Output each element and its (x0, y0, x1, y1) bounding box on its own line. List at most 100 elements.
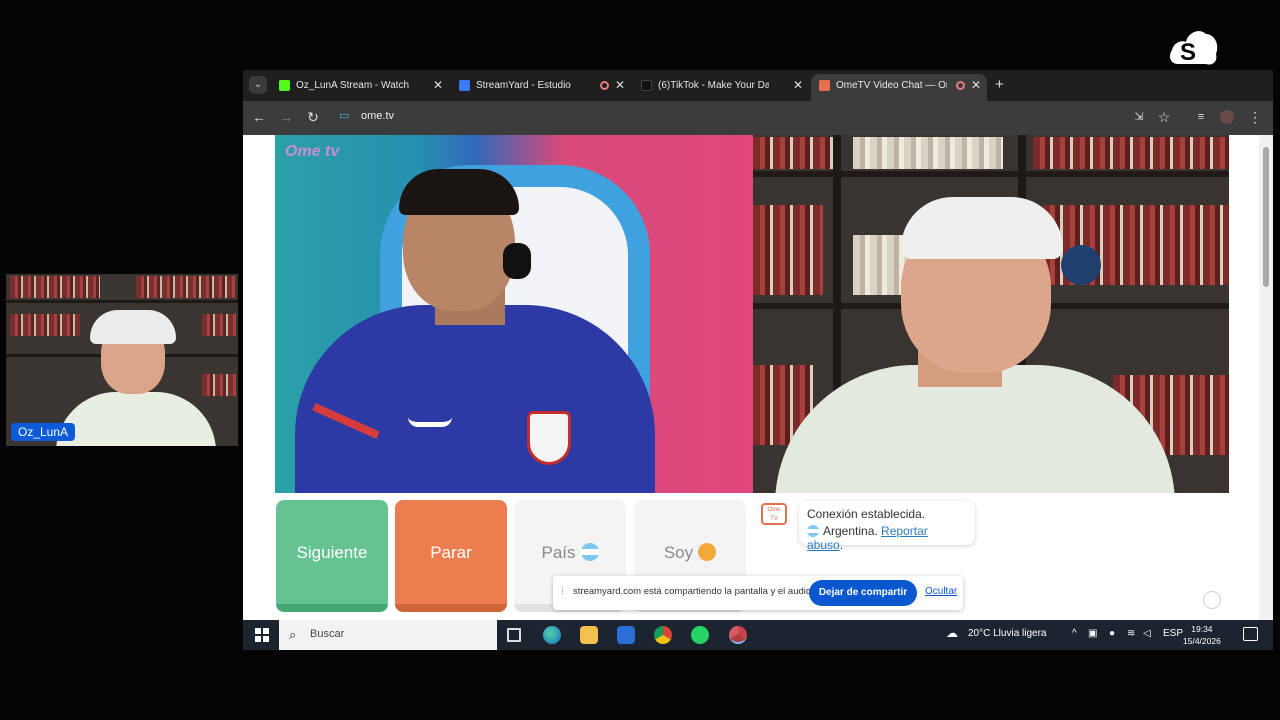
stream-canvas: S streamyard Oz_LunA ⌄ Oz_LunA Stream - … (0, 0, 1280, 720)
store-icon[interactable] (617, 626, 635, 644)
forward-icon[interactable]: → (278, 109, 294, 125)
screen-share-bar: ⁞ streamyard.com está compartiendo la pa… (553, 576, 963, 610)
close-icon[interactable]: ✕ (793, 74, 803, 97)
search-icon: ⌕ (289, 627, 297, 642)
hide-link[interactable]: Ocultar (925, 586, 957, 597)
wifi-icon[interactable]: ≋ (1127, 628, 1135, 639)
file-explorer-icon[interactable] (580, 626, 598, 644)
headset (503, 243, 531, 279)
cap (901, 197, 1063, 259)
tab-title: Oz_LunA Stream - Watch Live o (296, 80, 409, 91)
tab-ometv[interactable]: OmeTV Video Chat — Ome ✕ (811, 74, 987, 101)
notifications-icon[interactable] (1243, 627, 1258, 641)
address-bar[interactable]: ome.tv (361, 110, 394, 122)
edge-icon[interactable] (543, 626, 561, 644)
weather-icon[interactable]: ☁ (946, 626, 958, 640)
language-indicator[interactable]: ESP (1163, 628, 1183, 639)
windows-taskbar: ⌕ Buscar ☁ 20°C Lluvia ligera ^ ▣ ● ≋ ◁ … (243, 620, 1273, 650)
pip-name-tag: Oz_LunA (11, 423, 76, 441)
clock[interactable]: 19:34 15/4/2026 (1183, 623, 1221, 647)
camera-permission-icon[interactable]: ▭ (339, 109, 353, 123)
media-control-icon[interactable]: ≡ (1193, 109, 1209, 125)
bookshelf (853, 137, 1003, 169)
recording-icon (956, 81, 965, 90)
tab-streamyard[interactable]: StreamYard - Estudio ✕ (451, 74, 631, 101)
person-emoji-icon (698, 543, 717, 561)
gender-filter-label: Soy (663, 543, 694, 562)
microphone-icon[interactable]: ● (1109, 628, 1115, 639)
weather-text[interactable]: 20°C Lluvia ligera (968, 628, 1047, 639)
network-icon[interactable]: ▣ (1088, 628, 1097, 639)
ometv-page: Ome tv Siguiente Parar País Soy Ome TV C… (243, 135, 1273, 620)
profile-avatar[interactable] (1220, 110, 1234, 124)
tab-title: OmeTV Video Chat — Ome (836, 80, 947, 91)
page-scrollbar[interactable] (1259, 135, 1273, 620)
ometv-icon (819, 80, 830, 91)
punctuation: . (839, 538, 844, 552)
streamer (56, 310, 216, 446)
svg-text:S: S (1180, 39, 1196, 66)
bookshelf (10, 276, 100, 298)
reload-icon[interactable]: ↻ (305, 109, 321, 125)
globe (1061, 245, 1101, 285)
bookshelf (136, 276, 236, 298)
back-icon[interactable]: ← (251, 109, 267, 125)
country-filter-label: País (541, 543, 576, 562)
windows-start-icon[interactable] (255, 628, 269, 642)
emoji-picker-icon[interactable] (1203, 591, 1221, 609)
drag-handle-icon[interactable]: ⁞ (561, 586, 564, 597)
stop-button[interactable]: Parar (395, 500, 507, 612)
chevron-up-icon[interactable]: ^ (1072, 628, 1077, 639)
browser-toolbar: ← → ↻ ▭ ome.tv ⇲ ☆ ≡ ⋮ (243, 101, 1273, 135)
shirt (56, 392, 216, 446)
volume-icon[interactable]: ◁ (1143, 628, 1151, 639)
menu-kebab-icon[interactable]: ⋮ (1247, 109, 1263, 125)
tab-search-icon[interactable]: ⌄ (249, 76, 267, 94)
bookshelf (1033, 137, 1229, 169)
clock-date: 15/4/2026 (1183, 636, 1221, 646)
task-view-icon[interactable] (507, 628, 521, 642)
argentina-flag-icon (580, 543, 599, 561)
shelf (6, 300, 238, 303)
system-message: Conexión establecida. Argentina. Reporta… (799, 501, 975, 552)
stop-sharing-button[interactable]: Dejar de compartir (809, 580, 917, 606)
argentina-flag-icon (807, 525, 819, 537)
bookmark-star-icon[interactable]: ☆ (1156, 109, 1172, 125)
streamyard-logo-icon: S (1170, 31, 1218, 66)
tab-title: StreamYard - Estudio (476, 80, 571, 91)
streamyard-icon (459, 80, 470, 91)
self-video (753, 135, 1229, 493)
jersey (295, 305, 655, 493)
share-message: streamyard.com está compartiendo la pant… (573, 586, 814, 597)
chrome-profile-icon[interactable] (729, 626, 747, 644)
clock-time: 19:34 (1191, 624, 1213, 634)
tiktok-icon (641, 80, 652, 91)
close-icon[interactable]: ✕ (433, 74, 443, 97)
ometv-tv-icon: Ome TV (761, 503, 787, 525)
partner-country: Argentina. (823, 524, 878, 538)
connection-status: Conexión establecida. (807, 507, 926, 521)
hair (399, 169, 519, 215)
country-line: Argentina. Reportar abuso. (807, 524, 967, 552)
bookshelf (753, 205, 823, 295)
close-icon[interactable]: ✕ (615, 74, 625, 97)
close-icon[interactable]: ✕ (971, 74, 981, 97)
install-app-icon[interactable]: ⇲ (1131, 109, 1147, 125)
bookshelf (753, 137, 833, 169)
kick-icon (279, 80, 290, 91)
ometv-watermark: Ome tv (285, 143, 340, 160)
shelf (753, 171, 1229, 177)
next-button[interactable]: Siguiente (276, 500, 388, 612)
taskbar-search[interactable]: ⌕ Buscar (279, 620, 497, 650)
chrome-icon[interactable] (654, 626, 672, 644)
search-label: Buscar (310, 628, 345, 640)
tab-title: (6)TikTok - Make Your Day (658, 80, 769, 91)
whatsapp-icon[interactable] (691, 626, 709, 644)
scrollbar-thumb[interactable] (1263, 147, 1269, 287)
tab-kick[interactable]: Oz_LunA Stream - Watch Live o ✕ (271, 74, 449, 101)
tab-bar: ⌄ Oz_LunA Stream - Watch Live o ✕ Stream… (243, 70, 1273, 101)
tab-tiktok[interactable]: (6)TikTok - Make Your Day ✕ (633, 74, 809, 101)
new-tab-icon[interactable]: + (995, 76, 1004, 93)
camera-pip (6, 274, 238, 446)
partner-video: Ome tv (275, 135, 753, 493)
